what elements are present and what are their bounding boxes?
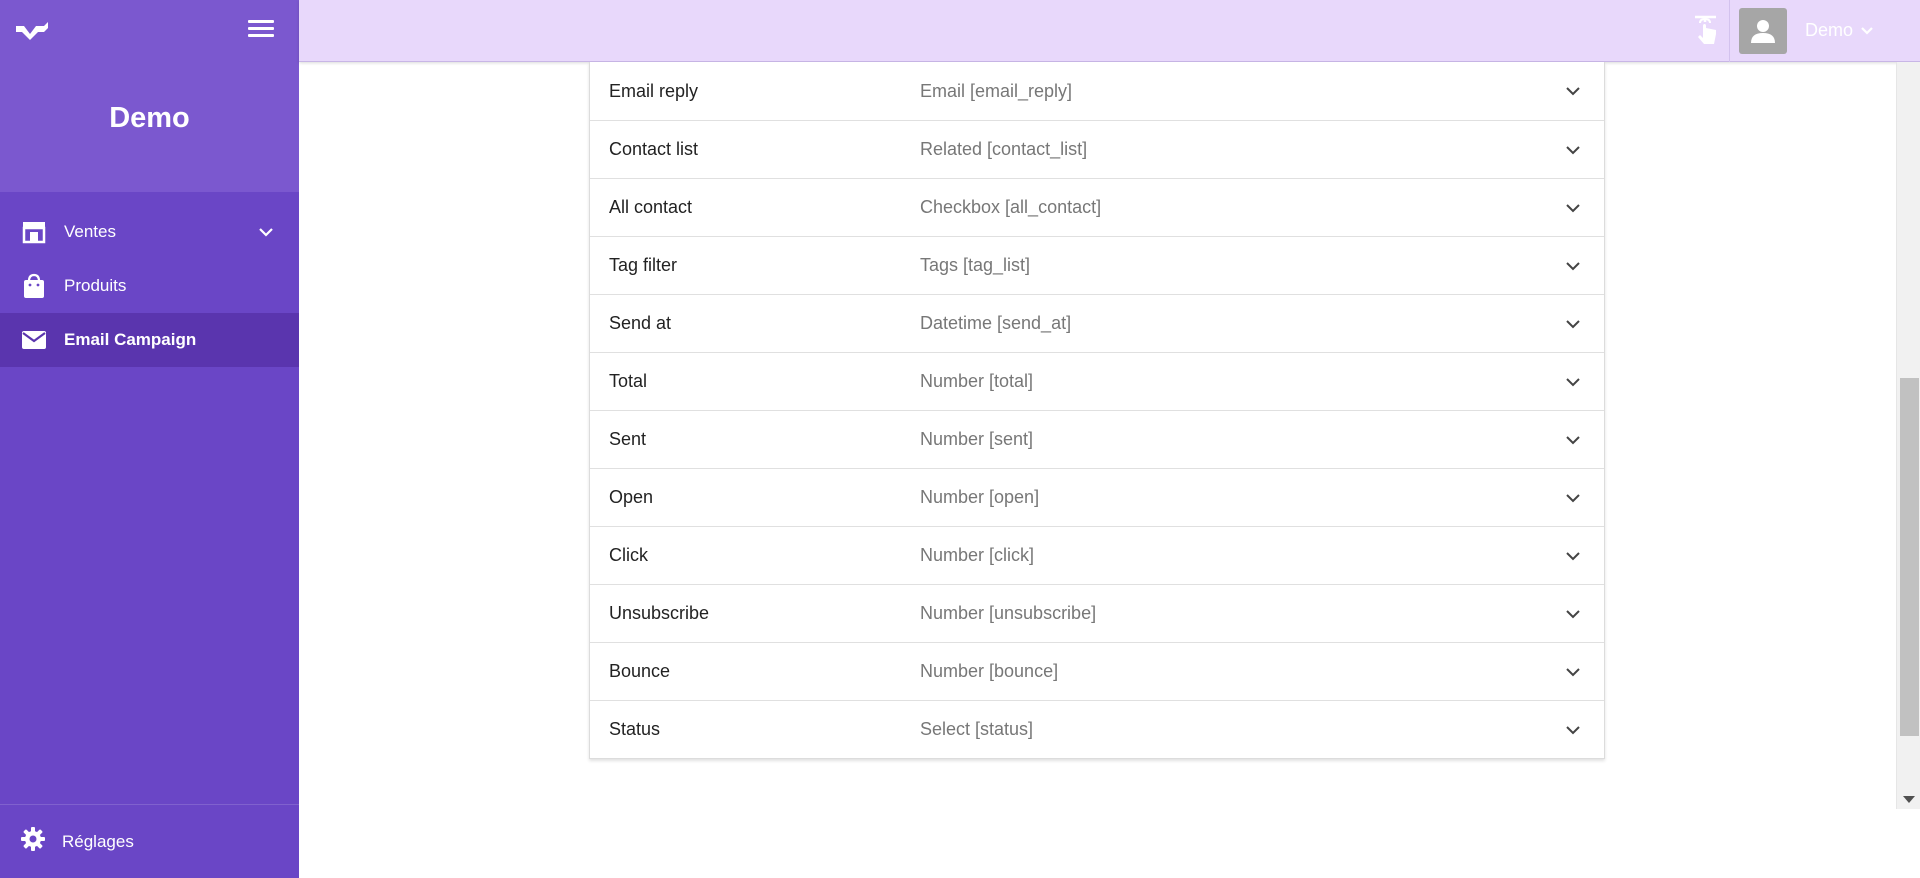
field-type: Datetime [send_at]	[920, 313, 1072, 333]
gear-icon	[20, 826, 46, 857]
field-type: Email [email_reply]	[920, 80, 1073, 101]
field-row[interactable]: Send at Datetime [send_at]	[590, 294, 1604, 352]
chevron-down-icon[interactable]	[1564, 141, 1582, 159]
field-type: Number [bounce]	[920, 661, 1059, 681]
chevron-down-icon[interactable]	[1564, 547, 1582, 565]
field-row[interactable]: Tag filter Tags [tag_list]	[590, 236, 1604, 294]
chevron-down-icon[interactable]	[1564, 431, 1582, 449]
field-type: Number [open]	[920, 487, 1040, 507]
chevron-down-icon[interactable]	[1564, 82, 1582, 100]
user-name: Demo	[1805, 20, 1854, 40]
field-type: Number [unsubscribe]	[920, 603, 1097, 623]
avatar[interactable]	[1739, 8, 1787, 54]
sidebar-item-ventes[interactable]: Ventes	[0, 205, 299, 259]
user-icon	[1751, 20, 1775, 43]
chevron-down-icon[interactable]	[257, 223, 275, 241]
scrollbar-thumb[interactable]	[1900, 378, 1919, 736]
sidebar-item-label: Ventes	[64, 222, 116, 241]
field-row[interactable]: Unsubscribe Number [unsubscribe]	[590, 584, 1604, 642]
field-row[interactable]: Email reply Email [email_reply]	[590, 62, 1604, 120]
settings-label: Réglages	[62, 831, 134, 851]
logo-icon[interactable]	[14, 20, 50, 42]
sidebar-item-email-campaign[interactable]: Email Campaign	[0, 313, 299, 367]
chevron-down-icon[interactable]	[1564, 605, 1582, 623]
field-name: Send at	[609, 313, 672, 333]
field-row[interactable]: Contact list Related [contact_list]	[590, 120, 1604, 178]
app-title: Demo	[109, 102, 190, 134]
top-bar: Demo	[299, 0, 1920, 62]
field-name: Click	[609, 545, 648, 565]
field-row[interactable]: All contact Checkbox [all_contact]	[590, 178, 1604, 236]
chevron-down-icon[interactable]	[1564, 199, 1582, 217]
field-name: Bounce	[609, 661, 671, 681]
field-type: Tags [tag_list]	[920, 255, 1031, 275]
chevron-down-icon[interactable]	[1564, 257, 1582, 275]
field-name: Contact list	[609, 139, 699, 159]
scroll-down-arrow-icon[interactable]	[1903, 796, 1915, 803]
field-type: Number [sent]	[920, 429, 1034, 449]
touch-icon[interactable]	[1692, 14, 1720, 46]
field-name: All contact	[609, 197, 693, 217]
user-menu[interactable]: Demo	[1805, 20, 1875, 41]
store-icon	[20, 218, 48, 246]
main-content: Email reply Email [email_reply] Contact li…	[299, 62, 1896, 878]
chevron-down-icon[interactable]	[1564, 663, 1582, 681]
chevron-down-icon[interactable]	[1564, 373, 1582, 391]
sidebar-header: Demo	[0, 0, 299, 192]
field-name: Total	[609, 371, 648, 391]
sidebar-item-settings[interactable]: Réglages	[0, 804, 299, 878]
scrollbar[interactable]	[1896, 62, 1920, 809]
fields-list: Email reply Email [email_reply] Contact li…	[589, 62, 1605, 759]
sidebar-item-label: Email Campaign	[64, 330, 197, 349]
field-name: Open	[609, 487, 654, 507]
field-name: Status	[609, 719, 661, 739]
field-row[interactable]: Sent Number [sent]	[590, 410, 1604, 468]
field-name: Email reply	[609, 80, 699, 101]
field-type: Checkbox [all_contact]	[920, 197, 1102, 217]
field-type: Number [click]	[920, 545, 1035, 565]
mail-icon	[20, 326, 48, 354]
chevron-down-icon[interactable]	[1564, 489, 1582, 507]
field-row[interactable]: Bounce Number [bounce]	[590, 642, 1604, 700]
field-type: Related [contact_list]	[920, 139, 1088, 159]
field-row[interactable]: Open Number [open]	[590, 468, 1604, 526]
field-name: Unsubscribe	[609, 603, 710, 623]
field-type: Select [status]	[920, 719, 1034, 739]
sidebar: Demo Ventes Produits Email Campaign Régl…	[0, 0, 299, 878]
shopping-bag-icon	[20, 272, 48, 300]
field-row[interactable]: Total Number [total]	[590, 352, 1604, 410]
field-name: Sent	[609, 429, 647, 449]
field-type: Number [total]	[920, 371, 1034, 391]
field-name: Tag filter	[609, 255, 678, 275]
menu-toggle-icon[interactable]	[248, 20, 274, 42]
chevron-down-icon[interactable]	[1564, 315, 1582, 333]
chevron-down-icon	[1861, 26, 1873, 35]
topbar-divider	[1729, 0, 1730, 62]
field-row[interactable]: Click Number [click]	[590, 526, 1604, 584]
field-row[interactable]: Status Select [status]	[590, 700, 1604, 758]
sidebar-item-produits[interactable]: Produits	[0, 259, 299, 313]
chevron-down-icon[interactable]	[1564, 721, 1582, 739]
sidebar-nav: Ventes Produits Email Campaign	[0, 205, 299, 367]
sidebar-item-label: Produits	[64, 276, 127, 295]
